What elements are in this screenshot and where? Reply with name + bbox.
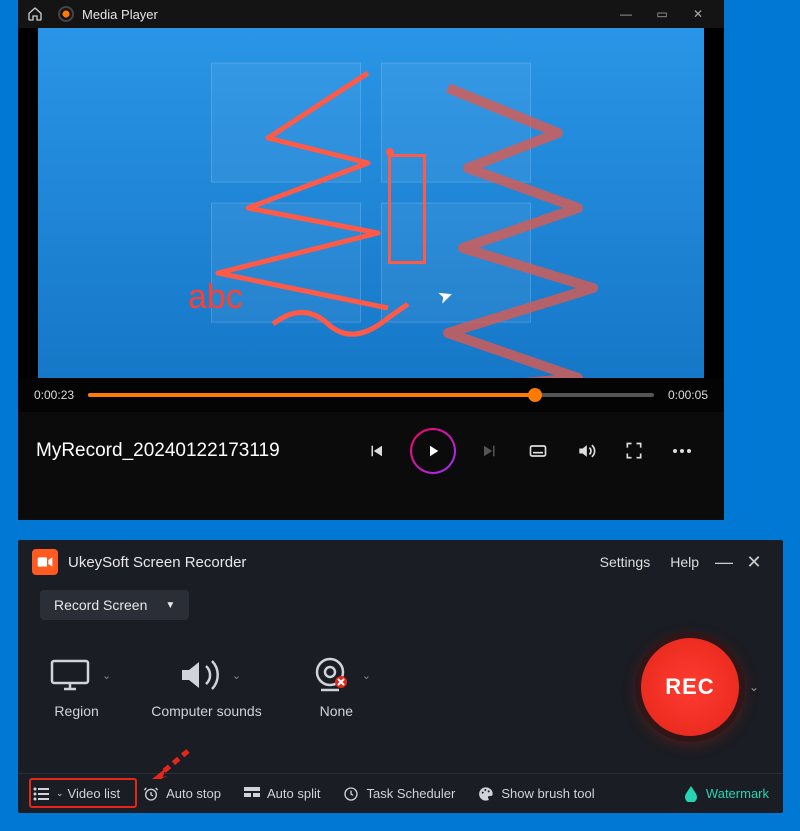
annotation-text: abc	[188, 278, 243, 317]
chevron-down-icon: ▼	[165, 600, 175, 611]
help-link[interactable]: Help	[670, 554, 699, 570]
home-icon[interactable]	[26, 5, 44, 23]
region-source[interactable]: ⌄ Region	[42, 655, 111, 719]
task-scheduler-label: Task Scheduler	[366, 786, 455, 801]
recorder-main: ⌄ Region ⌄ Computer sounds ⌄ None	[18, 620, 783, 736]
screen-recorder-window: UkeySoft Screen Recorder Settings Help —…	[18, 540, 783, 813]
monitor-icon	[42, 655, 98, 695]
windows-logo	[211, 63, 531, 323]
list-icon	[32, 785, 50, 803]
play-button[interactable]	[410, 428, 456, 474]
annotation-rectangle	[388, 154, 426, 264]
record-mode-label: Record Screen	[54, 597, 147, 613]
recorder-app-icon	[32, 549, 58, 575]
video-list-button[interactable]: ⌄ Video list	[32, 785, 120, 803]
player-titlebar: Media Player — ▭ ✕	[18, 0, 724, 28]
volume-button[interactable]	[568, 433, 604, 469]
alarm-icon	[142, 785, 160, 803]
watermark-label: Watermark	[706, 786, 769, 801]
speaker-icon	[172, 655, 228, 695]
camera-label: None	[320, 703, 353, 719]
maximize-button[interactable]: ▭	[644, 4, 680, 24]
video-viewport[interactable]: abc ➤	[18, 28, 724, 378]
camera-source[interactable]: ⌄ None	[302, 655, 371, 719]
player-app-title: Media Player	[82, 7, 608, 22]
audio-source[interactable]: ⌄ Computer sounds	[151, 655, 262, 719]
clock-icon	[342, 785, 360, 803]
chevron-down-icon[interactable]: ⌄	[232, 669, 241, 682]
task-scheduler-button[interactable]: Task Scheduler	[342, 785, 455, 803]
record-button-label: REC	[665, 674, 714, 700]
chevron-down-icon[interactable]: ⌄	[362, 669, 371, 682]
recorder-titlebar: UkeySoft Screen Recorder Settings Help —…	[18, 540, 783, 584]
minimize-button[interactable]: —	[608, 4, 644, 24]
auto-stop-label: Auto stop	[166, 786, 221, 801]
remaining-time: 0:00:05	[668, 388, 708, 402]
mini-player-button[interactable]	[616, 433, 652, 469]
recorder-app-title: UkeySoft Screen Recorder	[68, 554, 246, 571]
settings-link[interactable]: Settings	[600, 554, 651, 570]
media-player-window: Media Player — ▭ ✕ abc ➤ 0:00:23	[18, 0, 724, 520]
chevron-down-icon[interactable]: ⌄	[102, 669, 111, 682]
palette-icon	[477, 785, 495, 803]
auto-split-label: Auto split	[267, 786, 320, 801]
chevron-down-icon: ⌄	[56, 788, 64, 799]
recorder-minimize-button[interactable]: —	[709, 552, 739, 573]
elapsed-time: 0:00:23	[34, 388, 74, 402]
progress-bar-row: 0:00:23 0:00:05	[18, 378, 724, 412]
media-player-app-icon	[58, 6, 74, 22]
recorder-footer: ⌄ Video list Auto stop Auto split Task S…	[18, 773, 783, 813]
seek-bar[interactable]	[88, 393, 654, 397]
video-title: MyRecord_20240122173119	[36, 440, 280, 462]
droplet-icon	[682, 785, 700, 803]
region-label: Region	[54, 703, 98, 719]
chevron-down-icon[interactable]: ⌄	[749, 680, 759, 694]
video-list-label: Video list	[68, 786, 121, 801]
record-mode-dropdown[interactable]: Record Screen ▼	[40, 590, 189, 620]
split-icon	[243, 785, 261, 803]
auto-stop-button[interactable]: Auto stop	[142, 785, 221, 803]
audio-label: Computer sounds	[151, 703, 262, 719]
previous-button[interactable]	[358, 433, 394, 469]
webcam-off-icon	[302, 655, 358, 695]
auto-split-button[interactable]: Auto split	[243, 785, 320, 803]
next-button[interactable]	[472, 433, 508, 469]
more-options-button[interactable]	[664, 433, 700, 469]
show-brush-label: Show brush tool	[501, 786, 594, 801]
record-button[interactable]: REC	[641, 638, 739, 736]
show-brush-tool-button[interactable]: Show brush tool	[477, 785, 594, 803]
video-frame: abc ➤	[38, 28, 704, 378]
player-controls: MyRecord_20240122173119	[18, 412, 724, 490]
close-button[interactable]: ✕	[680, 4, 716, 24]
watermark-button[interactable]: Watermark	[682, 785, 769, 803]
recorder-close-button[interactable]: ✕	[739, 552, 769, 573]
subtitle-button[interactable]	[520, 433, 556, 469]
annotation-handle	[386, 148, 394, 156]
